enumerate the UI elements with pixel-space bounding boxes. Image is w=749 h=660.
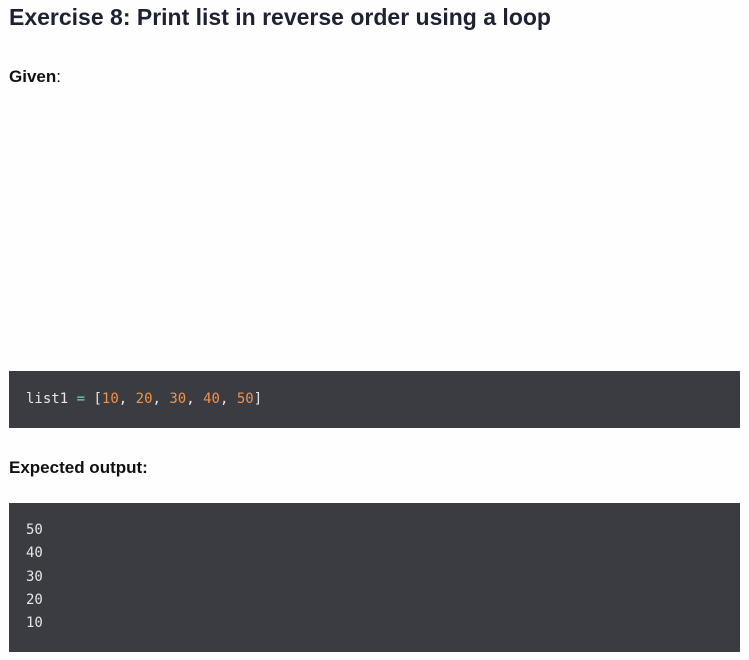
code-number: 10 (101, 391, 119, 407)
given-suffix: : (56, 67, 61, 86)
output-line: 20 (26, 591, 43, 608)
code-variable: list1 (26, 391, 69, 407)
output-line: 50 (26, 522, 43, 538)
code-close-bracket: ] (253, 391, 263, 407)
expected-output-block[interactable]: 50 40 30 20 10 (9, 503, 740, 652)
given-label: Given (9, 67, 57, 86)
given-code-block[interactable]: list1 = [10, 20, 30, 40, 50] (9, 371, 740, 428)
expected-output-heading: Expected output: (9, 458, 148, 477)
output-line: 40 (26, 545, 43, 562)
code-separator: , (152, 391, 161, 407)
code-separator: , (186, 391, 195, 407)
code-number: 50 (236, 391, 254, 407)
given-heading: Given: (9, 67, 61, 87)
output-line: 10 (26, 615, 43, 632)
output-line: 30 (26, 568, 43, 585)
code-separator: , (118, 391, 128, 407)
code-number: 20 (135, 391, 153, 407)
exercise-title: Exercise 8: Print list in reverse order … (9, 4, 551, 30)
code-open-bracket: [ (93, 391, 102, 407)
code-separator: , (219, 391, 229, 407)
code-operator: = (76, 391, 86, 407)
code-number: 30 (169, 391, 187, 407)
code-number: 40 (203, 391, 220, 407)
